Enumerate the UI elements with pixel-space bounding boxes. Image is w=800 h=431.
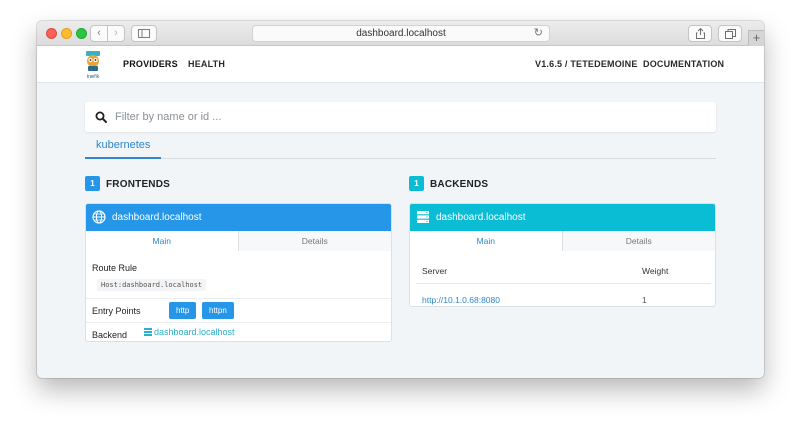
column-header-server: Server [422, 266, 448, 276]
backend-subtabs: Main Details [410, 231, 715, 251]
zoom-window-button[interactable] [76, 28, 87, 39]
browser-titlebar: ‹ › dashboard.localhost ↻ + [37, 21, 764, 46]
frontend-name: dashboard.localhost [112, 212, 202, 223]
frontend-card-header: dashboard.localhost [86, 204, 391, 231]
reload-icon[interactable]: ↻ [534, 26, 543, 41]
forward-button[interactable]: › [107, 25, 125, 42]
server-weight: 1 [642, 295, 647, 305]
tab-details[interactable]: Details [238, 231, 391, 251]
backend-name: dashboard.localhost [436, 212, 526, 223]
backend-row: Backend dashboard.localhost [86, 323, 391, 341]
address-bar[interactable]: dashboard.localhost ↻ [252, 25, 550, 42]
route-rule-row: Route Rule Host:dashboard.localhost [86, 251, 391, 299]
server-url-link[interactable]: http://10.1.0.68:8080 [422, 295, 500, 305]
traefik-logo[interactable]: træfik [84, 50, 102, 80]
sidebar-toggle-button[interactable] [131, 25, 157, 42]
frontend-card: dashboard.localhost Main Details Route R… [85, 203, 392, 342]
close-window-button[interactable] [46, 28, 57, 39]
server-icon [417, 211, 429, 223]
nav-version[interactable]: V1.6.5 / TETEDEMOINE [535, 59, 638, 69]
sidebar-icon [138, 29, 150, 38]
backends-count-badge: 1 [409, 176, 424, 191]
route-rule-value: Host:dashboard.localhost [97, 279, 207, 291]
provider-tabs: kubernetes [85, 132, 716, 159]
top-navbar: træfik PROVIDERS HEALTH V1.6.5 / TETEDEM… [37, 46, 764, 83]
chevron-left-icon: ‹ [97, 27, 101, 39]
show-tabs-button[interactable] [718, 25, 742, 42]
tab-kubernetes[interactable]: kubernetes [85, 132, 162, 159]
tabs-icon [724, 29, 736, 39]
tab-main[interactable]: Main [410, 231, 563, 251]
column-header-weight: Weight [642, 266, 669, 276]
back-button[interactable]: ‹ [90, 25, 108, 42]
address-text: dashboard.localhost [356, 28, 446, 39]
tab-main[interactable]: Main [86, 231, 239, 251]
search-icon [95, 111, 107, 123]
entry-points-row: Entry Points http httpn [86, 299, 391, 323]
search-input[interactable] [115, 102, 705, 132]
frontends-count-badge: 1 [85, 176, 100, 191]
search-box [85, 102, 716, 132]
nav-documentation[interactable]: DOCUMENTATION [643, 59, 724, 69]
backend-label: Backend [92, 330, 128, 340]
svg-text:træfik: træfik [87, 74, 100, 80]
tab-details[interactable]: Details [562, 231, 715, 251]
chevron-right-icon: › [114, 27, 118, 39]
share-icon [695, 27, 705, 39]
servers-table-header: Server Weight [416, 251, 711, 284]
backend-link[interactable]: dashboard.localhost [144, 327, 235, 337]
entry-point-httpn[interactable]: httpn [202, 302, 234, 319]
backend-card: dashboard.localhost Main Details Server … [409, 203, 716, 307]
new-tab-button[interactable]: + [748, 30, 764, 46]
route-rule-label: Route Rule [92, 263, 138, 273]
entry-point-http[interactable]: http [169, 302, 197, 319]
backend-card-header: dashboard.localhost [410, 204, 715, 231]
nav-health[interactable]: HEALTH [188, 59, 225, 69]
entry-points-label: Entry Points [92, 306, 141, 316]
nav-providers[interactable]: PROVIDERS [123, 59, 178, 69]
minimize-window-button[interactable] [61, 28, 72, 39]
globe-icon [92, 210, 106, 224]
browser-window: ‹ › dashboard.localhost ↻ + træfik PROVI… [37, 21, 764, 378]
share-button[interactable] [688, 25, 712, 42]
frontends-title: FRONTENDS [106, 179, 171, 190]
backend-link-text: dashboard.localhost [154, 327, 235, 337]
backends-title: BACKENDS [430, 179, 489, 190]
frontend-subtabs: Main Details [86, 231, 391, 251]
server-icon [144, 328, 152, 336]
